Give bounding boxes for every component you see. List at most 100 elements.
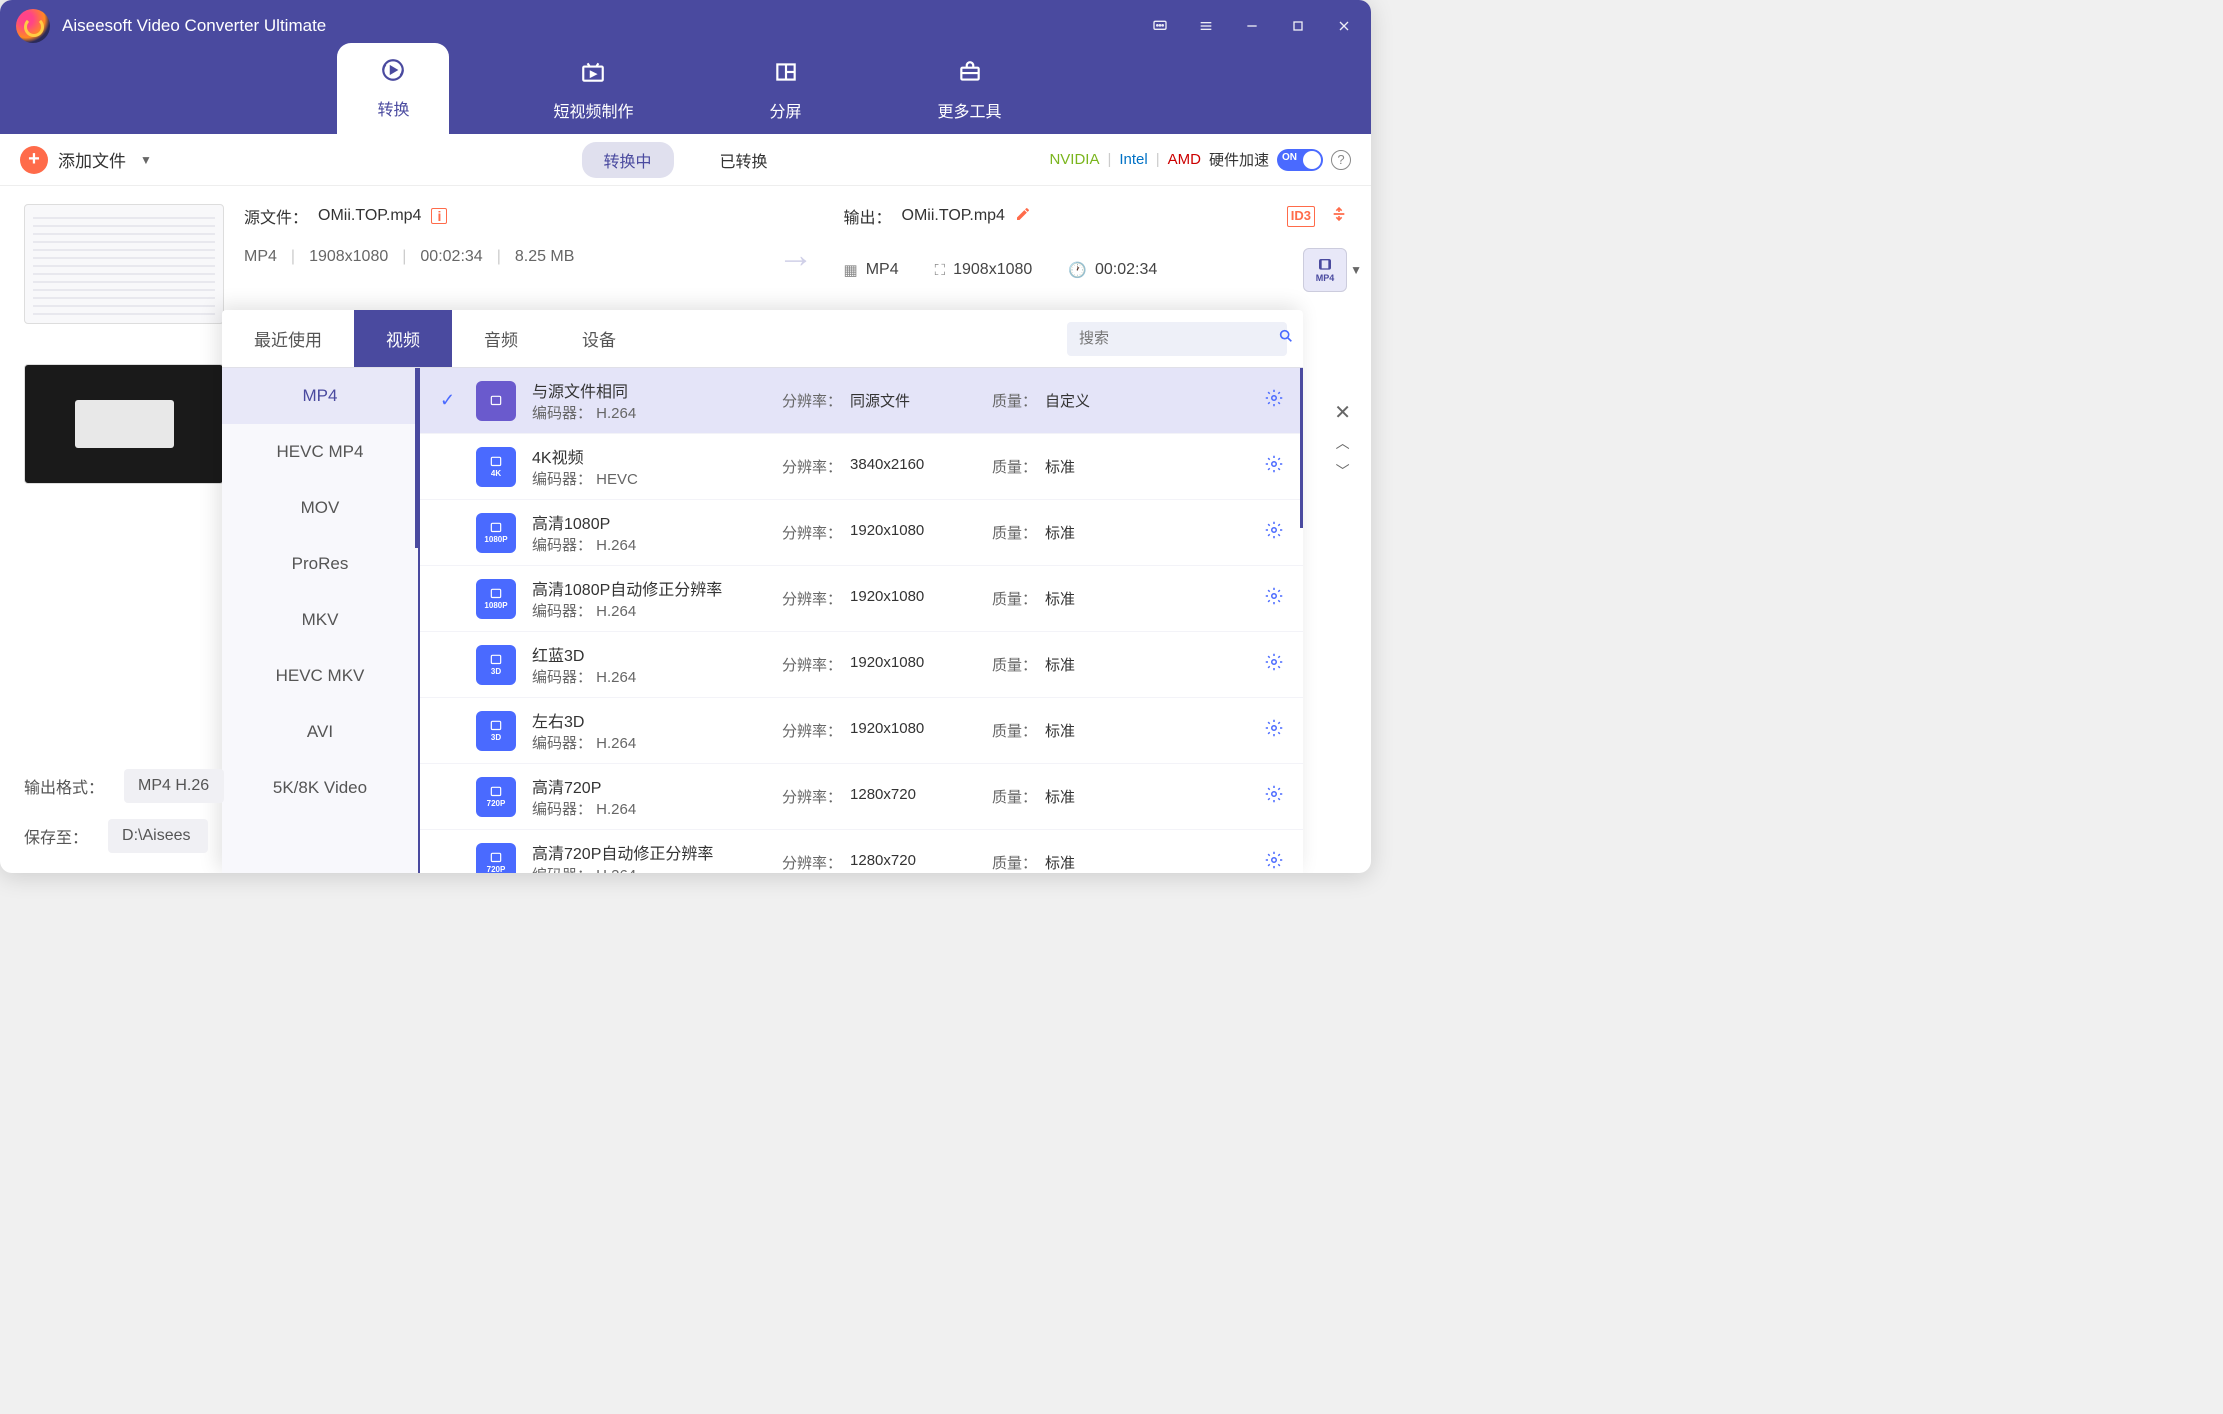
nav-tab-mv[interactable]: 短视频制作 [521, 47, 665, 134]
hw-accel-label: 硬件加速 [1209, 149, 1269, 170]
remove-icon[interactable]: ✕ [1334, 400, 1351, 425]
format-selector-button[interactable]: MP4 ▼ [1303, 248, 1347, 292]
gear-icon[interactable] [1265, 653, 1283, 676]
format-item[interactable]: 4K4K视频编码器： HEVC分辨率：3840x2160质量：标准 [420, 434, 1303, 500]
format-badge-icon: 3D [476, 711, 516, 751]
nav-tab-convert[interactable]: 转换 [337, 43, 449, 134]
save-to-label: 保存至： [24, 824, 88, 848]
tab-converted[interactable]: 已转换 [698, 142, 790, 178]
format-search[interactable] [1067, 322, 1287, 356]
output-format-value[interactable]: MP4 H.26 [124, 769, 224, 803]
info-icon[interactable]: i [431, 208, 447, 224]
move-up-icon[interactable]: ︿ [1336, 433, 1350, 453]
compress-icon[interactable] [1331, 206, 1347, 227]
format-badge-icon: 1080P [476, 579, 516, 619]
nav-tab-toolbox[interactable]: 更多工具 [906, 47, 1034, 134]
gear-icon[interactable] [1265, 785, 1283, 808]
hw-accel-toggle[interactable]: ON [1277, 149, 1323, 171]
feedback-icon[interactable] [1149, 15, 1171, 37]
toolbox-icon [957, 59, 983, 92]
menu-icon[interactable] [1195, 15, 1217, 37]
mv-icon [580, 59, 606, 92]
fp-tab-video[interactable]: 视频 [354, 310, 452, 367]
resolution-icon: ⛶ [935, 262, 946, 279]
format-side-item[interactable]: MOV [222, 480, 418, 536]
gear-icon[interactable] [1265, 851, 1283, 873]
close-button[interactable] [1333, 15, 1355, 37]
add-file-button[interactable]: + 添加文件 ▼ [20, 146, 152, 174]
source-details: MP4| 1908x1080| 00:02:34| 8.25 MB [244, 248, 748, 266]
navbar: 转换 短视频制作 分屏 更多工具 [0, 52, 1371, 134]
collage-icon [773, 59, 799, 92]
format-item[interactable]: ✓与源文件相同编码器： H.264分辨率：同源文件质量：自定义 [420, 368, 1303, 434]
arrow-right-icon: → [778, 234, 814, 276]
nav-tab-collage[interactable]: 分屏 [738, 47, 834, 134]
fp-tab-recent[interactable]: 最近使用 [222, 310, 354, 367]
app-title: Aiseesoft Video Converter Ultimate [62, 16, 326, 36]
file-thumbnail[interactable] [24, 364, 224, 484]
minimize-button[interactable] [1241, 15, 1263, 37]
format-list[interactable]: ✓与源文件相同编码器： H.264分辨率：同源文件质量：自定义4K4K视频编码器… [420, 368, 1303, 873]
nav-label: 短视频制作 [553, 98, 633, 122]
source-filename: OMii.TOP.mp4 [318, 207, 421, 225]
format-side-item[interactable]: HEVC MP4 [222, 424, 418, 480]
file-thumbnail[interactable] [24, 204, 224, 324]
hw-nvidia: NVIDIA [1049, 151, 1099, 168]
format-panel-tabs: 最近使用 视频 音频 设备 [222, 310, 1303, 368]
save-to-value[interactable]: D:\Aisees [108, 819, 208, 853]
output-format-label: 输出格式： [24, 774, 104, 798]
format-side-item[interactable]: MP4 [222, 368, 418, 424]
nav-label: 转换 [377, 96, 409, 120]
move-down-icon[interactable]: ﹀ [1336, 461, 1350, 481]
fp-tab-device[interactable]: 设备 [550, 310, 648, 367]
edit-icon[interactable] [1015, 206, 1031, 227]
maximize-button[interactable] [1287, 15, 1309, 37]
app-window: Aiseesoft Video Converter Ultimate 转换 短视… [0, 0, 1371, 873]
app-logo-icon [16, 9, 50, 43]
metadata-icon[interactable]: ID3 [1287, 206, 1315, 227]
gear-icon[interactable] [1265, 455, 1283, 478]
nav-label: 分屏 [770, 98, 802, 122]
nav-label: 更多工具 [938, 98, 1002, 122]
titlebar: Aiseesoft Video Converter Ultimate [0, 0, 1371, 52]
side-controls: ✕ ︿ ﹀ [1334, 400, 1351, 481]
toolbar: + 添加文件 ▼ 转换中 已转换 NVIDIA| Intel| AMD 硬件加速… [0, 134, 1371, 186]
chevron-down-icon: ▼ [1350, 263, 1362, 277]
format-search-input[interactable] [1079, 330, 1278, 347]
format-item[interactable]: 1080P高清1080P自动修正分辨率编码器： H.264分辨率：1920x10… [420, 566, 1303, 632]
add-file-label: 添加文件 [58, 147, 126, 172]
plus-icon: + [20, 146, 48, 174]
file-row: 源文件： OMii.TOP.mp4 i MP4| 1908x1080| 00:0… [24, 204, 1347, 324]
format-side-item[interactable]: 5K/8K Video [222, 760, 418, 816]
help-icon[interactable]: ? [1331, 150, 1351, 170]
format-panel: 最近使用 视频 音频 设备 MP4HEVC MP4MOVProResMKVHEV… [222, 310, 1303, 873]
convert-icon [380, 57, 406, 90]
chevron-down-icon: ▼ [140, 153, 152, 167]
gear-icon[interactable] [1265, 521, 1283, 544]
output-filename: OMii.TOP.mp4 [902, 207, 1005, 225]
tab-converting[interactable]: 转换中 [581, 142, 673, 178]
hw-intel: Intel [1119, 151, 1147, 168]
format-side-item[interactable]: HEVC MKV [222, 648, 418, 704]
format-item[interactable]: 3D红蓝3D编码器： H.264分辨率：1920x1080质量：标准 [420, 632, 1303, 698]
format-side-item[interactable]: AVI [222, 704, 418, 760]
fp-tab-audio[interactable]: 音频 [452, 310, 550, 367]
format-item[interactable]: 720P高清720P自动修正分辨率编码器： H.264分辨率：1280x720质… [420, 830, 1303, 873]
format-side-item[interactable]: ProRes [222, 536, 418, 592]
format-item[interactable]: 3D左右3D编码器： H.264分辨率：1920x1080质量：标准 [420, 698, 1303, 764]
format-side-item[interactable]: MKV [222, 592, 418, 648]
format-item[interactable]: 720P高清720P编码器： H.264分辨率：1280x720质量：标准 [420, 764, 1303, 830]
gear-icon[interactable] [1265, 389, 1283, 412]
format-badge-icon: 720P [476, 777, 516, 817]
format-badge-icon: 3D [476, 645, 516, 685]
format-badge-icon [476, 381, 516, 421]
format-item[interactable]: 1080P高清1080P编码器： H.264分辨率：1920x1080质量：标准 [420, 500, 1303, 566]
format-icon: ▦ [844, 261, 858, 279]
gear-icon[interactable] [1265, 719, 1283, 742]
output-label: 输出： [844, 204, 892, 228]
bottom-bar: 输出格式： MP4 H.26 保存至： D:\Aisees [24, 769, 224, 853]
format-sidebar[interactable]: MP4HEVC MP4MOVProResMKVHEVC MKVAVI5K/8K … [222, 368, 420, 873]
format-badge-icon: 4K [476, 447, 516, 487]
search-icon[interactable] [1278, 328, 1294, 349]
gear-icon[interactable] [1265, 587, 1283, 610]
